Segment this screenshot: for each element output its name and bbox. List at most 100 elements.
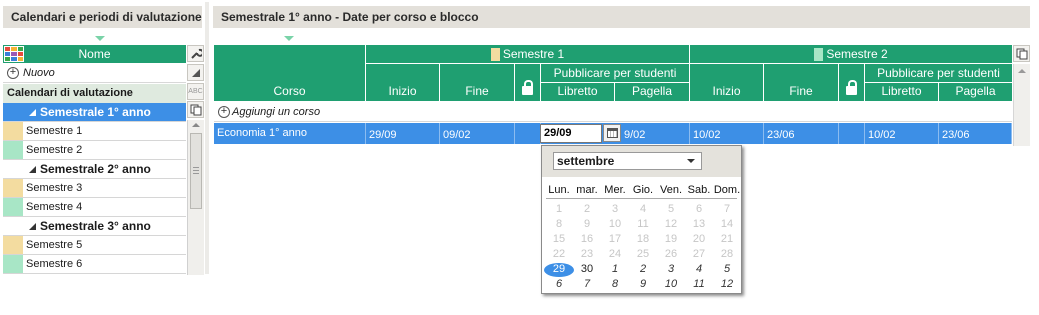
right-vertical-scrollbar[interactable]	[1013, 64, 1030, 146]
col-s2-libretto[interactable]: Libretto	[865, 83, 939, 102]
cell-corso[interactable]: Economia 1° anno	[214, 123, 366, 144]
day-cell[interactable]: 10	[657, 277, 685, 292]
day-cell[interactable]: 14	[713, 217, 741, 232]
day-cell[interactable]: 3	[601, 202, 629, 217]
scroll-up-icon[interactable]	[192, 123, 200, 127]
collapse-marker-icon[interactable]	[95, 36, 105, 41]
day-cell[interactable]: 26	[657, 247, 685, 262]
expand-triangle-icon[interactable]	[29, 109, 36, 116]
period-row[interactable]: Semestre 4	[3, 198, 186, 217]
day-cell[interactable]: 6	[685, 202, 713, 217]
cell-s1-lock[interactable]	[515, 123, 541, 144]
copy-icon[interactable]	[1013, 45, 1030, 62]
day-cell[interactable]: 25	[629, 247, 657, 262]
day-cell[interactable]: 16	[573, 232, 601, 247]
day-cell[interactable]: 5	[657, 202, 685, 217]
nome-column-header[interactable]: Nome	[3, 45, 186, 63]
day-cell[interactable]: 11	[685, 277, 713, 292]
day-cell[interactable]: 30	[573, 262, 601, 277]
day-cell[interactable]: 22	[545, 247, 573, 262]
cell-s2-fine[interactable]: 23/06	[764, 123, 839, 144]
day-cell[interactable]: 7	[713, 202, 741, 217]
day-cell[interactable]: 20	[685, 232, 713, 247]
header-s1-pubblicare[interactable]: Pubblicare per studenti	[541, 64, 690, 83]
day-cell[interactable]: 23	[573, 247, 601, 262]
period-row[interactable]: Semestre 1	[3, 122, 186, 141]
day-cell[interactable]: 2	[629, 262, 657, 277]
day-cell[interactable]: 8	[545, 217, 573, 232]
col-s1-lock[interactable]	[515, 64, 541, 102]
col-s2-pagella[interactable]: Pagella	[939, 83, 1013, 102]
col-s1-libretto[interactable]: Libretto	[541, 83, 615, 102]
cell-s1-pagella[interactable]: 9/02	[621, 123, 690, 144]
day-cell[interactable]: 10	[601, 217, 629, 232]
wrench-icon[interactable]	[187, 45, 204, 62]
header-semestre-1[interactable]: Semestre 1	[366, 45, 690, 64]
day-cell[interactable]: 8	[601, 277, 629, 292]
day-cell[interactable]: 24	[601, 247, 629, 262]
color-grid-icon[interactable]	[4, 46, 24, 62]
col-s1-inizio[interactable]: Inizio	[366, 64, 440, 102]
expand-triangle-icon[interactable]	[29, 223, 36, 230]
cell-s2-pagella[interactable]: 23/06	[939, 123, 1012, 144]
header-semestre-2[interactable]: Semestre 2	[690, 45, 1013, 64]
calendar-icon[interactable]	[603, 124, 621, 142]
day-cell[interactable]: 27	[685, 247, 713, 262]
day-cell[interactable]: 2	[573, 202, 601, 217]
day-cell[interactable]: 1	[601, 262, 629, 277]
cell-s1-inizio[interactable]: 29/09	[366, 123, 440, 144]
day-cell[interactable]: 4	[685, 262, 713, 277]
day-cell[interactable]: 1	[545, 202, 573, 217]
col-s2-fine[interactable]: Fine	[764, 64, 839, 102]
col-s2-inizio[interactable]: Inizio	[690, 64, 764, 102]
day-cell[interactable]: 21	[713, 232, 741, 247]
period-row[interactable]: Semestre 5	[3, 236, 186, 255]
day-cell[interactable]: 4	[629, 202, 657, 217]
day-cell[interactable]: 6	[545, 277, 573, 292]
day-cell[interactable]: 3	[657, 262, 685, 277]
scroll-up-icon[interactable]	[1018, 69, 1026, 73]
cell-s2-lock[interactable]	[839, 123, 865, 144]
calendar-group-row[interactable]: Semestrale 1° anno	[3, 103, 186, 122]
left-vertical-scrollbar[interactable]	[187, 120, 204, 275]
day-cell[interactable]: 11	[629, 217, 657, 232]
day-cell[interactable]: 9	[629, 277, 657, 292]
day-cell[interactable]: 15	[545, 232, 573, 247]
course-row[interactable]: Economia 1° anno 29/09 09/02 29/09 9/02 …	[214, 123, 1012, 144]
day-cell[interactable]: 9	[573, 217, 601, 232]
date-input-libretto[interactable]: 29/09	[540, 124, 602, 143]
cell-s1-fine[interactable]: 09/02	[440, 123, 515, 144]
col-corso[interactable]: Corso	[214, 45, 366, 102]
col-s2-lock[interactable]	[839, 64, 865, 102]
day-cell-selected[interactable]: 29	[545, 262, 573, 277]
spellcheck-icon[interactable]: ABC	[187, 83, 204, 100]
col-s1-fine[interactable]: Fine	[440, 64, 515, 102]
day-cell[interactable]: 17	[601, 232, 629, 247]
day-cell[interactable]: 5	[713, 262, 741, 277]
header-s2-pubblicare[interactable]: Pubblicare per studenti	[865, 64, 1013, 83]
add-course-button[interactable]: + Aggiungi un corso	[214, 102, 1012, 122]
expand-triangle-icon[interactable]	[29, 166, 36, 173]
cell-s2-inizio[interactable]: 10/02	[690, 123, 764, 144]
period-row[interactable]: Semestre 3	[3, 179, 186, 198]
calendar-group-row[interactable]: Semestrale 3° anno	[3, 217, 186, 236]
day-cell[interactable]: 7	[573, 277, 601, 292]
panel-splitter[interactable]	[205, 2, 209, 274]
scroll-thumb[interactable]	[190, 133, 202, 209]
period-row[interactable]: Semestre 2	[3, 141, 186, 160]
col-s1-pagella[interactable]: Pagella	[615, 83, 690, 102]
new-calendar-button[interactable]: + Nuovo	[3, 64, 186, 83]
day-cell[interactable]: 13	[685, 217, 713, 232]
collapse-marker-icon[interactable]	[284, 36, 294, 41]
day-cell[interactable]: 12	[713, 277, 741, 292]
period-row[interactable]: Semestre 6	[3, 255, 186, 274]
day-cell[interactable]: 28	[713, 247, 741, 262]
month-dropdown[interactable]: settembre	[553, 152, 702, 170]
day-cell[interactable]: 18	[629, 232, 657, 247]
copy-icon[interactable]	[187, 101, 204, 118]
cell-s2-libretto[interactable]: 10/02	[865, 123, 939, 144]
sort-icon[interactable]	[187, 64, 204, 81]
date-picker-popup[interactable]: settembre Lun. mar. Mer. Gio. Ven. Sab. Dom. 1 2…	[541, 145, 742, 294]
calendar-group-row[interactable]: Semestrale 2° anno	[3, 160, 186, 179]
day-cell[interactable]: 12	[657, 217, 685, 232]
